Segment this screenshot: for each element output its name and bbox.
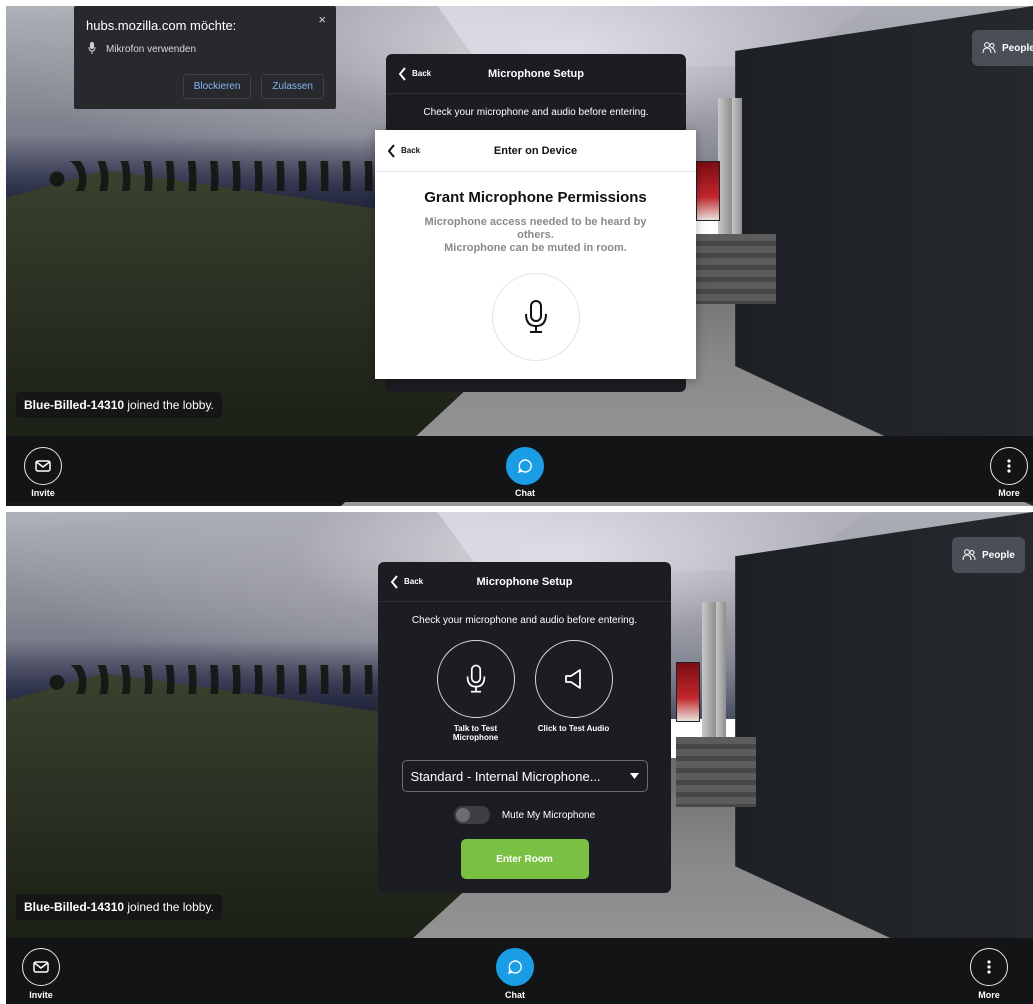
device-select-value: Standard - Internal Microphone...: [410, 768, 601, 784]
back-label: Back: [401, 146, 421, 155]
speaker-icon: [564, 669, 581, 689]
block-button[interactable]: Blockieren: [182, 74, 252, 99]
back-chevron-icon: [390, 574, 398, 589]
people-icon: [962, 549, 976, 561]
mic-icon: [88, 42, 96, 57]
poster: [696, 161, 720, 221]
permission-buttons: Blockieren Zulassen: [182, 74, 324, 99]
chat-bubble-icon: [517, 459, 532, 474]
mute-row: Mute My Microphone: [378, 806, 671, 824]
test-audio: Click to Test Audio: [534, 640, 614, 742]
grant-desc-line: Microphone access needed to be heard by …: [424, 216, 647, 241]
dropdown-arrow-icon: [629, 773, 639, 779]
test-microphone: Talk to Test Microphone: [436, 640, 516, 742]
close-icon[interactable]: ×: [318, 12, 326, 27]
toast-user-name: Blue-Billed-14310: [24, 900, 125, 914]
envelope-icon: [33, 961, 49, 973]
envelope-icon: [35, 460, 51, 472]
chat-label: Chat: [515, 488, 535, 498]
bottom-toolbar: Invite Chat More: [6, 938, 1033, 1004]
back-chevron-icon: [387, 143, 395, 158]
poster: [676, 662, 700, 722]
toast-user-name: Blue-Billed-14310: [24, 398, 125, 412]
people-label: People: [982, 549, 1015, 561]
test-audio-button[interactable]: [534, 640, 613, 718]
back-button[interactable]: Back: [387, 143, 421, 158]
chat-button[interactable]: [506, 447, 544, 485]
test-microphone-label: Talk to Test Microphone: [452, 724, 499, 742]
mic-setup-title: Microphone Setup: [488, 67, 584, 80]
invite-label: Invite: [29, 990, 53, 1000]
invite-button[interactable]: [24, 447, 62, 485]
grant-permissions-title: Grant Microphone Permissions: [424, 189, 647, 206]
back-label: Back: [404, 577, 424, 586]
mic-setup-title: Microphone Setup: [476, 575, 573, 588]
more-label: More: [998, 488, 1020, 498]
mic-setup-header: Back Microphone Setup: [378, 562, 671, 602]
more-vertical-icon: [1007, 459, 1011, 473]
invite-button[interactable]: [22, 948, 60, 986]
mic-icon: [524, 300, 547, 333]
test-audio-label: Click to Test Audio: [537, 724, 610, 733]
mic-setup-dialog: Back Microphone Setup Check your microph…: [378, 562, 671, 893]
invite-label: Invite: [31, 488, 55, 498]
chat-button[interactable]: [496, 948, 534, 986]
device-modal-header: Back Enter on Device: [375, 130, 696, 172]
mic-setup-description: Check your microphone and audio before e…: [411, 615, 638, 626]
join-toast: Blue-Billed-14310 joined the lobby.: [16, 392, 222, 418]
back-chevron-icon: [398, 66, 406, 81]
back-label: Back: [412, 69, 432, 78]
enter-on-device-modal: Back Enter on Device Grant Microphone Pe…: [375, 130, 696, 379]
enter-room-button[interactable]: Enter Room: [460, 839, 589, 879]
toast-message: joined the lobby.: [124, 398, 214, 412]
people-label: People: [1002, 42, 1033, 54]
toast-message: joined the lobby.: [124, 900, 214, 914]
top-screenshot-panel: hubs.mozilla.com möchte: × Mikrofon verw…: [6, 6, 1033, 506]
stairs: [676, 737, 756, 807]
more-button[interactable]: [990, 447, 1028, 485]
permission-popup: hubs.mozilla.com möchte: × Mikrofon verw…: [74, 6, 336, 109]
stairs: [696, 234, 776, 304]
people-icon: [982, 42, 996, 54]
back-button[interactable]: Back: [398, 66, 432, 81]
join-toast: Blue-Billed-14310 joined the lobby.: [16, 894, 222, 920]
chat-label: Chat: [505, 990, 525, 1000]
mic-setup-header: Back Microphone Setup: [386, 54, 686, 94]
more-button[interactable]: [970, 948, 1008, 986]
test-controls: Talk to Test Microphone Click to Test Au…: [378, 640, 671, 742]
grant-permissions-description: Microphone access needed to be heard by …: [375, 216, 696, 255]
mic-icon: [466, 664, 485, 693]
mute-toggle[interactable]: [453, 806, 490, 824]
device-modal-title: Enter on Device: [493, 144, 578, 157]
allow-button[interactable]: Zulassen: [261, 74, 324, 99]
grant-desc-line: Microphone can be muted in room.: [444, 242, 627, 254]
permission-item: Mikrofon verwenden: [74, 33, 336, 57]
more-label: More: [978, 990, 1000, 1000]
permission-title: hubs.mozilla.com möchte:: [86, 18, 237, 33]
bottom-screenshot-panel: Back Microphone Setup Check your microph…: [6, 512, 1033, 1004]
chat-bubble-icon: [507, 960, 522, 975]
permission-item-label: Mikrofon verwenden: [106, 44, 197, 55]
bottom-toolbar: Invite Chat More: [6, 436, 1033, 502]
grant-mic-button[interactable]: [491, 273, 580, 361]
more-vertical-icon: [987, 960, 991, 974]
people-button[interactable]: People: [952, 537, 1025, 573]
people-button[interactable]: People: [972, 30, 1033, 66]
test-microphone-button[interactable]: [436, 640, 515, 718]
microphone-device-select[interactable]: Standard - Internal Microphone...: [401, 760, 648, 792]
back-button[interactable]: Back: [390, 574, 424, 589]
mic-setup-description: Check your microphone and audio before e…: [423, 107, 649, 118]
mute-label: Mute My Microphone: [501, 809, 596, 821]
toggle-knob: [455, 808, 470, 822]
